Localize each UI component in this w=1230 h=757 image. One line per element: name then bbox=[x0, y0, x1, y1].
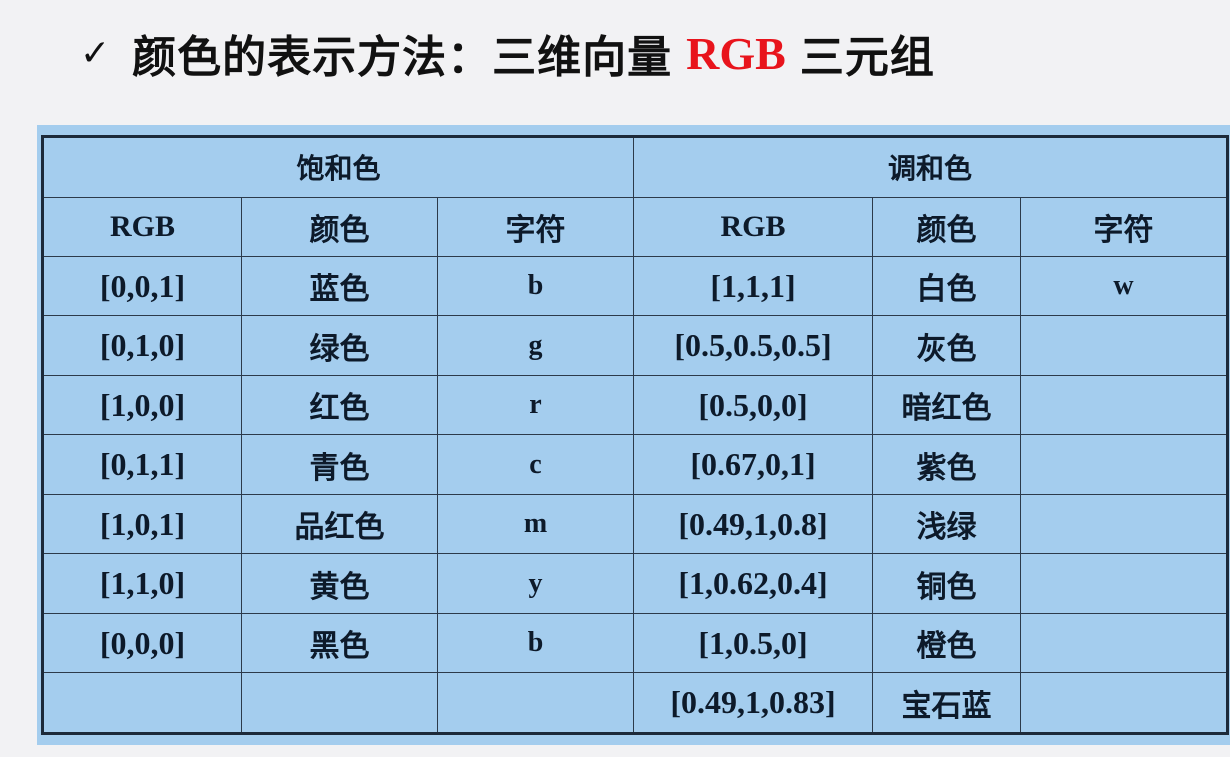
rgb-cell: [1,0.62,0.4] bbox=[633, 553, 873, 614]
table-row: [0,1,0] 绿色 g [0.5,0.5,0.5] 灰色 bbox=[42, 315, 1228, 376]
table-row: [0.49,1,0.83] 宝石蓝 bbox=[42, 672, 1228, 734]
rgb-cell: [1,0,0] bbox=[42, 374, 242, 436]
color-name-cell: 蓝色 bbox=[241, 255, 438, 317]
slide-heading: ✓ 颜色的表示方法：三维向量 RGB 三元组 bbox=[80, 18, 935, 88]
table-row: [1,0,1] 品红色 m [0.49,1,0.8] 浅绿 bbox=[42, 493, 1228, 555]
symbol-cell bbox=[1020, 672, 1228, 734]
color-name-cell: 紫色 bbox=[872, 434, 1021, 495]
rgb-cell: [0.49,1,0.8] bbox=[633, 493, 873, 555]
symbol-cell: r bbox=[437, 374, 634, 436]
symbol-cell: b bbox=[437, 255, 634, 317]
slide: ✓ 颜色的表示方法：三维向量 RGB 三元组 饱和色 调和色 RGB 颜色 字符… bbox=[0, 0, 1230, 757]
color-name-cell: 铜色 bbox=[872, 553, 1021, 614]
symbol-cell bbox=[1020, 493, 1228, 555]
symbol-cell bbox=[437, 672, 634, 734]
table-row: [1,1,0] 黄色 y [1,0.62,0.4] 铜色 bbox=[42, 553, 1228, 614]
rgb-cell: [1,1,1] bbox=[633, 255, 873, 317]
color-name-cell: 白色 bbox=[872, 255, 1021, 317]
rgb-cell bbox=[42, 672, 242, 734]
column-header-symbol: 字符 bbox=[1020, 196, 1228, 257]
symbol-cell: y bbox=[437, 553, 634, 614]
color-name-cell: 红色 bbox=[241, 374, 438, 436]
color-name-cell: 浅绿 bbox=[872, 493, 1021, 555]
rgb-cell: [0.67,0,1] bbox=[633, 434, 873, 495]
rgb-cell: [0.5,0,0] bbox=[633, 374, 873, 436]
symbol-cell: c bbox=[437, 434, 634, 495]
rgb-cell: [1,1,0] bbox=[42, 553, 242, 614]
color-name-cell: 暗红色 bbox=[872, 374, 1021, 436]
table-row: [0,1,1] 青色 c [0.67,0,1] 紫色 bbox=[42, 434, 1228, 495]
column-header-rgb: RGB bbox=[42, 196, 242, 257]
table-row: [1,0,0] 红色 r [0.5,0,0] 暗红色 bbox=[42, 374, 1228, 436]
column-header-color: 颜色 bbox=[241, 196, 438, 257]
symbol-cell bbox=[1020, 315, 1228, 376]
column-header-row: RGB 颜色 字符 RGB 颜色 字符 bbox=[42, 196, 1228, 257]
symbol-cell: m bbox=[437, 493, 634, 555]
symbol-cell bbox=[1020, 434, 1228, 495]
rgb-cell: [0,0,1] bbox=[42, 255, 242, 317]
color-name-cell: 绿色 bbox=[241, 315, 438, 376]
symbol-cell: w bbox=[1020, 255, 1228, 317]
heading-text-before: 颜色的表示方法：三维向量 bbox=[132, 32, 673, 83]
color-table: 饱和色 调和色 RGB 颜色 字符 RGB 颜色 字符 [0,0,1] 蓝色 b… bbox=[41, 135, 1229, 735]
column-header-symbol: 字符 bbox=[437, 196, 634, 257]
heading-text-after: 三元组 bbox=[799, 32, 935, 83]
color-table-panel: 饱和色 调和色 RGB 颜色 字符 RGB 颜色 字符 [0,0,1] 蓝色 b… bbox=[37, 125, 1230, 745]
color-name-cell: 青色 bbox=[241, 434, 438, 495]
rgb-cell: [0.5,0.5,0.5] bbox=[633, 315, 873, 376]
table-row: [0,0,0] 黑色 b [1,0.5,0] 橙色 bbox=[42, 612, 1228, 674]
symbol-cell bbox=[1020, 553, 1228, 614]
check-mark-icon: ✓ bbox=[80, 32, 111, 74]
column-header-rgb: RGB bbox=[633, 196, 873, 257]
color-name-cell: 品红色 bbox=[241, 493, 438, 555]
symbol-cell: b bbox=[437, 612, 634, 674]
rgb-cell: [1,0.5,0] bbox=[633, 612, 873, 674]
color-name-cell bbox=[241, 672, 438, 734]
color-name-cell: 黑色 bbox=[241, 612, 438, 674]
rgb-cell: [0.49,1,0.83] bbox=[633, 672, 873, 734]
color-name-cell: 黄色 bbox=[241, 553, 438, 614]
rgb-cell: [0,1,0] bbox=[42, 315, 242, 376]
rgb-cell: [0,0,0] bbox=[42, 612, 242, 674]
group-header-row: 饱和色 调和色 bbox=[42, 136, 1228, 198]
color-name-cell: 橙色 bbox=[872, 612, 1021, 674]
rgb-cell: [0,1,1] bbox=[42, 434, 242, 495]
column-header-color: 颜色 bbox=[872, 196, 1021, 257]
group-header-harmonic: 调和色 bbox=[633, 136, 1228, 198]
symbol-cell bbox=[1020, 374, 1228, 436]
symbol-cell bbox=[1020, 612, 1228, 674]
color-name-cell: 灰色 bbox=[872, 315, 1021, 376]
symbol-cell: g bbox=[437, 315, 634, 376]
rgb-cell: [1,0,1] bbox=[42, 493, 242, 555]
heading-highlight-rgb: RGB bbox=[686, 27, 786, 79]
table-row: [0,0,1] 蓝色 b [1,1,1] 白色 w bbox=[42, 255, 1228, 317]
group-header-saturated: 饱和色 bbox=[42, 136, 634, 198]
color-name-cell: 宝石蓝 bbox=[872, 672, 1021, 734]
